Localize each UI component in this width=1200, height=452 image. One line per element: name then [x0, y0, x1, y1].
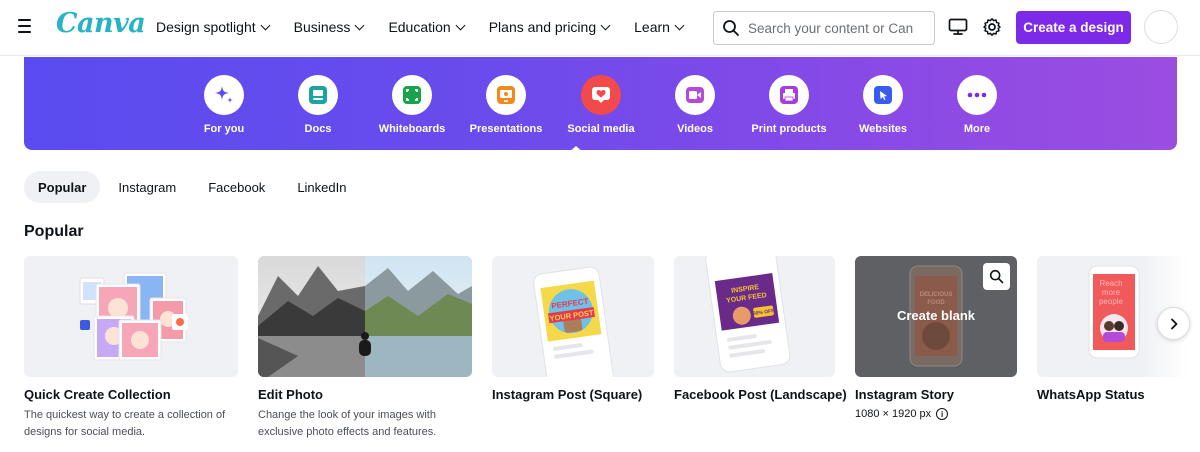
thumbnail-text: DELICIOUS — [920, 292, 953, 298]
card-thumbnail: PERFECT YOUR POST — [492, 256, 654, 377]
nav-item-label: Education — [388, 19, 451, 35]
filter-facebook[interactable]: Facebook — [194, 171, 279, 203]
doc-icon — [298, 75, 338, 115]
category-print-products[interactable]: Print products — [744, 75, 834, 135]
printer-icon — [769, 75, 809, 115]
chevron-down-icon — [260, 20, 271, 30]
menu-icon[interactable] — [18, 19, 38, 35]
filter-tabs: Popular Instagram Facebook LinkedIn — [24, 171, 364, 203]
thumbnail-text: people — [1099, 297, 1124, 306]
desktop-icon — [948, 18, 968, 35]
preview-button[interactable] — [983, 263, 1010, 290]
category-videos[interactable]: Videos — [650, 75, 740, 135]
nav-item-label: Design spotlight — [156, 19, 256, 35]
chevron-down-icon — [600, 20, 611, 30]
desktop-app-button[interactable] — [947, 16, 969, 38]
phone-mockup-illustration: PERFECT YOUR POST — [533, 266, 614, 377]
card-title: Edit Photo — [258, 387, 323, 402]
card-quick-create-collection[interactable]: Quick Create Collection The quickest way… — [24, 256, 238, 441]
card-description: Change the look of your images with excl… — [258, 409, 437, 438]
nav-item-label: Learn — [634, 19, 670, 35]
card-thumbnail: DELICIOUS FOOD Create blank — [855, 256, 1017, 377]
card-thumbnail: INSPIRE YOUR FEED 50% OFF — [674, 256, 835, 377]
category-banner: For you Docs Whiteboards Presentations S… — [24, 57, 1177, 150]
category-label: For you — [203, 123, 245, 135]
cursor-icon — [863, 75, 903, 115]
nav-item-label: Business — [293, 19, 351, 35]
presentation-icon — [486, 75, 526, 115]
video-icon — [675, 75, 715, 115]
filter-popular[interactable]: Popular — [24, 171, 101, 203]
category-label: Docs — [304, 123, 332, 135]
card-thumbnail — [258, 256, 472, 377]
card-edit-photo[interactable]: Edit Photo Change the look of your image… — [258, 256, 472, 441]
more-icon — [957, 75, 997, 115]
thumbnail-text: Reach — [1099, 279, 1122, 288]
main-menu: Design spotlight Business Education Plan… — [156, 19, 685, 35]
chevron-right-icon — [1170, 318, 1177, 329]
category-label: Print products — [751, 123, 827, 135]
category-label: Whiteboards — [378, 123, 446, 135]
card-title: Quick Create Collection — [24, 387, 171, 402]
thumbnail-text: FOOD — [927, 300, 945, 306]
category-label: Videos — [677, 123, 713, 135]
heart-icon — [581, 75, 621, 115]
card-title: Instagram Post (Square) — [492, 387, 643, 402]
nav-learn[interactable]: Learn — [634, 19, 685, 35]
filter-instagram[interactable]: Instagram — [104, 171, 190, 203]
card-title: Facebook Post (Landscape) — [674, 387, 847, 402]
active-category-indicator — [569, 146, 583, 152]
card-facebook-post-landscape[interactable]: INSPIRE YOUR FEED 50% OFF Facebook Post … — [674, 256, 847, 402]
nav-design-spotlight[interactable]: Design spotlight — [156, 19, 271, 35]
nav-business[interactable]: Business — [293, 19, 365, 35]
category-label: Social media — [567, 123, 635, 135]
thumbnail-text: more — [1102, 288, 1121, 297]
search-box[interactable] — [713, 11, 935, 45]
category-docs[interactable]: Docs — [273, 75, 363, 135]
sparkle-icon — [204, 75, 244, 115]
card-thumbnail — [24, 256, 238, 377]
lake-photo-illustration — [258, 256, 472, 377]
search-icon — [723, 20, 739, 36]
settings-button[interactable] — [981, 16, 1003, 38]
card-title: WhatsApp Status — [1037, 387, 1145, 402]
chevron-down-icon — [674, 20, 685, 30]
carousel-next-button[interactable] — [1157, 307, 1190, 340]
card-description: The quickest way to create a collection … — [24, 409, 226, 438]
chevron-down-icon — [455, 20, 466, 30]
nav-item-label: Plans and pricing — [488, 19, 597, 35]
nav-education[interactable]: Education — [388, 19, 466, 35]
collection-illustration — [79, 272, 188, 361]
nav-plans-and-pricing[interactable]: Plans and pricing — [488, 19, 611, 35]
search-icon — [989, 269, 1004, 284]
search-input[interactable] — [748, 20, 918, 36]
whiteboard-icon — [392, 75, 432, 115]
dimensions-text: 1080 × 1920 px — [855, 408, 932, 420]
info-icon[interactable]: i — [936, 408, 949, 420]
phone-mockup-illustration: INSPIRE YOUR FEED 50% OFF — [705, 256, 791, 373]
category-label: Presentations — [469, 123, 543, 135]
filter-linkedin[interactable]: LinkedIn — [283, 171, 360, 203]
category-label: More — [963, 123, 991, 135]
card-instagram-story[interactable]: DELICIOUS FOOD Create blank Instagram St… — [855, 256, 1017, 420]
category-for-you[interactable]: For you — [179, 75, 269, 135]
top-navigation-bar: Canva Design spotlight Business Educatio… — [0, 0, 1200, 56]
category-label: Websites — [858, 123, 908, 135]
category-whiteboards[interactable]: Whiteboards — [367, 75, 457, 135]
create-a-design-button[interactable]: Create a design — [1016, 11, 1131, 44]
card-title: Instagram Story — [855, 387, 954, 402]
create-blank-label[interactable]: Create blank — [855, 308, 1017, 323]
avatar[interactable] — [1144, 10, 1178, 44]
section-title-popular: Popular — [24, 223, 84, 240]
gear-icon — [983, 18, 1001, 36]
category-social-media[interactable]: Social media — [556, 75, 646, 135]
canva-logo[interactable]: Canva — [56, 8, 146, 39]
chevron-down-icon — [354, 20, 365, 30]
category-presentations[interactable]: Presentations — [461, 75, 551, 135]
category-websites[interactable]: Websites — [838, 75, 928, 135]
category-more[interactable]: More — [932, 75, 1022, 135]
card-dimensions: 1080 × 1920 px i — [855, 408, 1017, 420]
card-instagram-post-square[interactable]: PERFECT YOUR POST Instagram Post (Square… — [492, 256, 654, 402]
